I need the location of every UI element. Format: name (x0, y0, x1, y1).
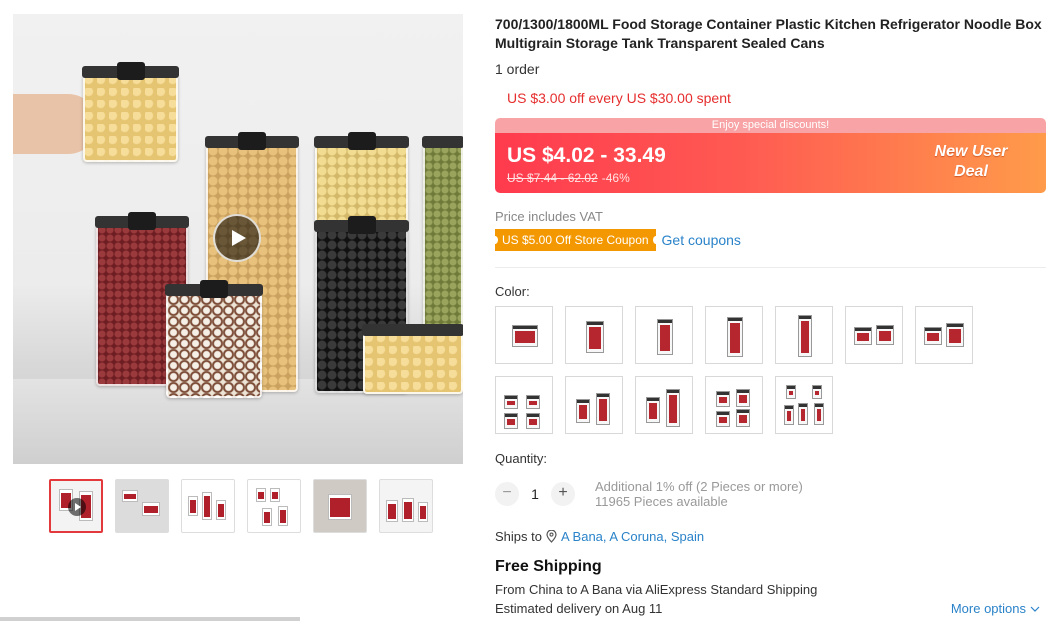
color-swatch-8[interactable] (495, 376, 553, 434)
free-shipping-label: Free Shipping (495, 558, 602, 575)
jar-shells (362, 324, 463, 394)
original-price: US $7.44 - 62.02 (507, 171, 598, 185)
color-label: Color: (495, 284, 530, 299)
color-swatch-9[interactable] (565, 376, 623, 434)
ships-to-row: Ships to A Bana, A Coruna, Spain (495, 529, 704, 544)
vat-note: Price includes VAT (495, 209, 603, 224)
deal-price-block: US $4.02 - 33.49 US $7.44 - 62.02 -46% Ne… (495, 133, 1046, 193)
quantity-stepper: − 1 + Additional 1% off (2 Pieces or mor… (495, 479, 803, 509)
quantity-decrease-button[interactable]: − (495, 482, 519, 506)
stock-available: 11965 Pieces available (595, 494, 728, 509)
store-coupon-badge[interactable]: US $5.00 Off Store Coupon (492, 229, 659, 251)
new-user-deal-banner: Enjoy special discounts! US $4.02 - 33.4… (495, 118, 1046, 193)
more-shipping-options-link[interactable]: More options (951, 601, 1040, 616)
play-icon (231, 230, 246, 246)
thumbnail-6[interactable] (379, 479, 433, 533)
color-swatch-4[interactable] (705, 306, 763, 364)
discount-percent: -46% (601, 171, 630, 185)
more-options-label: More options (950, 601, 1026, 616)
estimated-delivery: Estimated delivery on Aug 11 (495, 601, 663, 616)
new-user-deal-tag: New User Deal (926, 142, 1016, 182)
chevron-down-icon (1030, 606, 1040, 612)
jar-green-beans (422, 136, 463, 344)
deal-tag-line1: New User (934, 143, 1008, 160)
color-swatch-10[interactable] (635, 376, 693, 434)
color-swatch-12[interactable] (775, 376, 833, 434)
get-coupons-link[interactable]: Get coupons (662, 232, 741, 248)
deal-banner-caption: Enjoy special discounts! (495, 118, 1046, 133)
ships-to-label: Ships to (495, 529, 542, 544)
bulk-discount-note: Additional 1% off (2 Pieces or more) (595, 479, 803, 494)
thumbnail-5[interactable] (313, 479, 367, 533)
quantity-increase-button[interactable]: + (551, 482, 575, 506)
color-swatch-1[interactable] (495, 306, 553, 364)
color-swatch-5[interactable] (775, 306, 833, 364)
quantity-label: Quantity: (495, 451, 548, 466)
order-count: 1 order (495, 61, 540, 77)
play-video-button[interactable] (213, 214, 261, 262)
original-price-row: US $7.44 - 62.02 -46% (507, 171, 630, 185)
product-title: 700/1300/1800ML Food Storage Container P… (495, 16, 1042, 51)
jar-pasta (82, 62, 179, 162)
play-icon (68, 498, 86, 516)
thumbnail-strip (49, 479, 433, 533)
thumbnail-video[interactable] (49, 479, 103, 533)
divider (495, 267, 1046, 268)
horizontal-scrollbar[interactable] (0, 617, 300, 621)
jar-spotted-beans (165, 280, 263, 398)
current-price: US $4.02 - 33.49 (507, 144, 666, 167)
quantity-value[interactable]: 1 (519, 486, 551, 502)
store-promo-text: US $3.00 off every US $30.00 spent (507, 90, 731, 106)
color-swatch-3[interactable] (635, 306, 693, 364)
thumbnail-2[interactable] (115, 479, 169, 533)
thumbnail-4[interactable] (247, 479, 301, 533)
shipping-location-link[interactable]: A Bana, A Coruna, Spain (561, 529, 704, 544)
shipping-route: From China to A Bana via AliExpress Stan… (495, 582, 818, 597)
color-swatch-6[interactable] (845, 306, 903, 364)
quantity-note: Additional 1% off (2 Pieces or more) 119… (595, 479, 803, 509)
color-swatch-11[interactable] (705, 376, 763, 434)
location-pin-icon (546, 530, 557, 543)
coupon-row: US $5.00 Off Store Coupon Get coupons (492, 229, 741, 251)
color-swatch-list (495, 306, 995, 434)
color-swatch-7[interactable] (915, 306, 973, 364)
thumbnail-3[interactable] (181, 479, 235, 533)
color-swatch-2[interactable] (565, 306, 623, 364)
deal-tag-line2: Deal (954, 163, 988, 180)
main-product-image[interactable] (13, 14, 463, 464)
